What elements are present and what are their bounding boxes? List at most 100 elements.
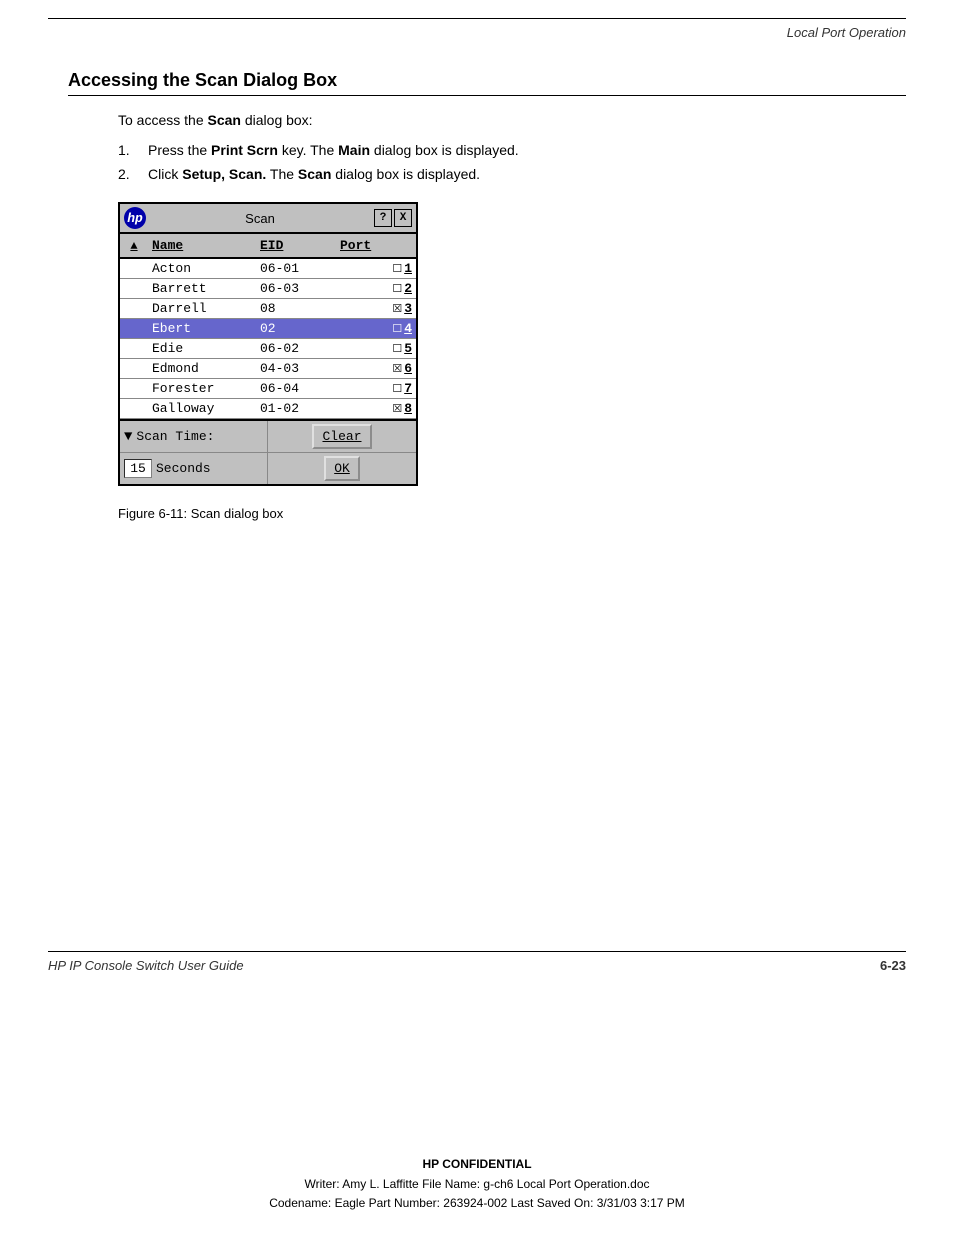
row-num-1: 1 [404,261,412,276]
row-num-8: 8 [404,401,412,416]
row-name-6: Edmond [148,359,256,378]
row-name-8: Galloway [148,399,256,418]
hp-logo-icon: hp [124,207,146,229]
table-row[interactable]: Forester 06-04 ☐ 7 [120,379,416,399]
row-num-5: 5 [404,341,412,356]
row-name-5: Edie [148,339,256,358]
intro-bold: Scan [208,112,241,128]
scan-time-value-area: Seconds [120,453,268,484]
row-name-7: Forester [148,379,256,398]
checkbox-2[interactable]: ☐ [392,282,402,296]
checkbox-8[interactable]: ☒ [392,402,402,416]
row-num-3: 3 [404,301,412,316]
row-eid-1: 06-01 [256,259,336,278]
eid-column-header: EID [256,236,336,255]
section-heading: Accessing the Scan Dialog Box [68,70,906,96]
clear-button-area: Clear [268,421,416,452]
checkbox-5[interactable]: ☐ [392,342,402,356]
page-header: Local Port Operation [48,25,906,40]
intro-text-after: dialog box: [245,112,313,128]
row-eid-8: 01-02 [256,399,336,418]
row-port-5: ☐ 5 [336,339,416,358]
dialog-footer: ▼ Scan Time: Clear Seconds OK [120,419,416,484]
scan-time-area: ▼ Scan Time: [120,421,268,452]
checkbox-3[interactable]: ☒ [392,302,402,316]
row-eid-2: 06-03 [256,279,336,298]
row-name-1: Acton [148,259,256,278]
bottom-rule [48,951,906,952]
footer-row-2: Seconds OK [120,453,416,484]
footer-left-text: HP IP Console Switch User Guide [48,958,244,973]
scroll-down-icon[interactable]: ▼ [124,429,132,445]
sort-column[interactable]: ▲ [120,236,148,255]
row-num-6: 6 [404,361,412,376]
table-row[interactable]: Darrell 08 ☒ 3 [120,299,416,319]
row-port-4: ☐ 4 [336,319,416,338]
row-port-6: ☒ 6 [336,359,416,378]
dialog-container: hp Scan ? X ▲ Name EID Port [118,202,418,486]
step-list: 1. Press the Print Scrn key. The Main di… [118,142,906,182]
row-eid-4: 02 [256,319,336,338]
footer-right-text: 6-23 [880,958,906,973]
ok-button-area: OK [268,453,416,484]
row-name-4: Ebert [148,319,256,338]
confidential-line2: Codename: Eagle Part Number: 263924-002 … [0,1194,954,1213]
row-eid-7: 06-04 [256,379,336,398]
footer-row-1: ▼ Scan Time: Clear [120,421,416,453]
table-header: ▲ Name EID Port [120,234,416,259]
row-port-2: ☐ 2 [336,279,416,298]
ok-button[interactable]: OK [324,456,360,481]
row-port-7: ☐ 7 [336,379,416,398]
help-button[interactable]: ? [374,209,392,227]
checkbox-4[interactable]: ☐ [392,322,402,336]
row-icon-4 [120,319,148,338]
scan-time-label: Scan Time: [136,429,214,444]
dialog-titlebar: hp Scan ? X [120,204,416,234]
checkbox-7[interactable]: ☐ [392,382,402,396]
scan-time-input[interactable] [124,459,152,478]
port-column-header: Port [336,236,416,255]
name-column-header: Name [148,236,256,255]
confidential-title: HP CONFIDENTIAL [0,1155,954,1174]
clear-button[interactable]: Clear [312,424,371,449]
table-row[interactable]: Edie 06-02 ☐ 5 [120,339,416,359]
bottom-footer: HP IP Console Switch User Guide 6-23 [48,958,906,973]
row-port-1: ☐ 1 [336,259,416,278]
row-icon-6 [120,359,148,378]
row-name-3: Darrell [148,299,256,318]
checkbox-6[interactable]: ☒ [392,362,402,376]
intro-paragraph: To access the Scan dialog box: [118,112,906,128]
step-2: 2. Click Setup, Scan. The Scan dialog bo… [118,166,906,182]
header-text: Local Port Operation [787,25,906,40]
row-icon-3 [120,299,148,318]
row-eid-3: 08 [256,299,336,318]
table-row[interactable]: Galloway 01-02 ☒ 8 [120,399,416,419]
step-1-num: 1. [118,142,148,158]
step-2-num: 2. [118,166,148,182]
confidential-line1: Writer: Amy L. Laffitte File Name: g-ch6… [0,1175,954,1194]
seconds-label: Seconds [156,461,211,476]
table-row[interactable]: Barrett 06-03 ☐ 2 [120,279,416,299]
close-button[interactable]: X [394,209,412,227]
row-icon-5 [120,339,148,358]
table-row[interactable]: Edmond 04-03 ☒ 6 [120,359,416,379]
intro-text-before: To access the [118,112,204,128]
table-row-selected[interactable]: Ebert 02 ☐ 4 [120,319,416,339]
top-rule [48,18,906,19]
main-content: Accessing the Scan Dialog Box To access … [68,70,906,521]
dialog-title-text: Scan [152,211,368,226]
row-icon-1 [120,259,148,278]
confidential-section: HP CONFIDENTIAL Writer: Amy L. Laffitte … [0,1155,954,1213]
row-num-7: 7 [404,381,412,396]
figure-caption: Figure 6-11: Scan dialog box [118,506,906,521]
row-icon-2 [120,279,148,298]
step-1-text: Press the Print Scrn key. The Main dialo… [148,142,519,158]
row-num-4: 4 [404,321,412,336]
title-buttons: ? X [374,209,412,227]
row-name-2: Barrett [148,279,256,298]
checkbox-1[interactable]: ☐ [392,262,402,276]
sort-arrow-icon: ▲ [130,239,137,253]
table-row[interactable]: Acton 06-01 ☐ 1 [120,259,416,279]
row-icon-8 [120,399,148,418]
row-icon-7 [120,379,148,398]
